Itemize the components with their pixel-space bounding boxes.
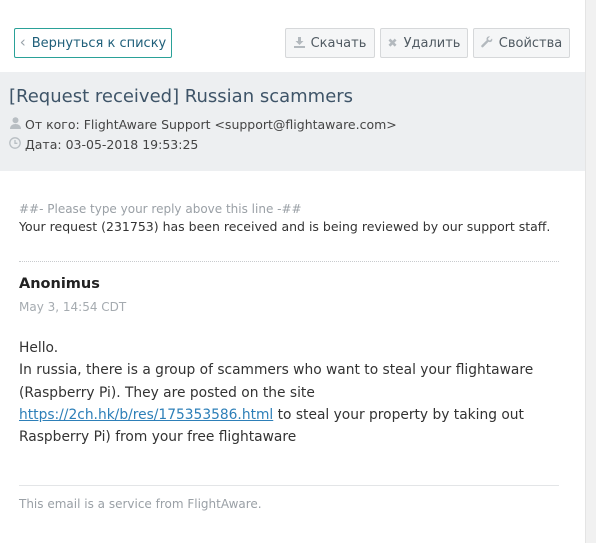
date-label: Дата:: [25, 137, 62, 152]
properties-label: Свойства: [498, 35, 563, 51]
footer-divider: [19, 485, 559, 486]
properties-button[interactable]: Свойства: [473, 28, 570, 58]
toolbar: ‹ Вернуться к списку Скачать ✖ Удалить С…: [0, 0, 585, 72]
comment-text: Hello. In russia, there is a group of sc…: [19, 337, 564, 448]
date-value: 03-05-2018 19:53:25: [65, 137, 199, 152]
user-icon: [9, 117, 21, 132]
message-header: [Request received] Russian scammers От к…: [0, 72, 585, 171]
sender-row: От кого: FlightAware Support <support@fl…: [9, 117, 397, 132]
download-icon: [293, 36, 305, 50]
request-received-text: Your request (231753) has been received …: [19, 219, 551, 234]
back-to-list-button[interactable]: ‹ Вернуться к списку: [14, 28, 172, 58]
close-icon: ✖: [387, 36, 398, 50]
wrench-icon: [480, 36, 493, 50]
comment-text-part1: In russia, there is a group of scammers …: [19, 362, 534, 401]
scam-site-link[interactable]: https://2ch.hk/b/res/175353586.html: [19, 407, 273, 423]
from-label: От кого:: [25, 117, 80, 132]
comment-paragraph: In russia, there is a group of scammers …: [19, 359, 564, 448]
divider: [19, 261, 559, 262]
comment-timestamp: May 3, 14:54 CDT: [19, 300, 127, 314]
from-value: FlightAware Support <support@flightaware…: [83, 117, 397, 132]
reply-line: ##- Please type your reply above this li…: [19, 202, 302, 216]
delete-label: Удалить: [403, 35, 461, 51]
date-row: Дата: 03-05-2018 19:53:25: [9, 137, 198, 152]
vertical-scrollbar[interactable]: [585, 0, 596, 543]
download-label: Скачать: [310, 35, 367, 51]
delete-button[interactable]: ✖ Удалить: [380, 28, 468, 58]
back-to-list-label: Вернуться к списку: [31, 35, 167, 51]
message-body: ##- Please type your reply above this li…: [0, 171, 585, 543]
email-footer: This email is a service from FlightAware…: [19, 497, 262, 511]
message-subject: [Request received] Russian scammers: [9, 86, 354, 107]
clock-icon: [9, 137, 21, 152]
download-button[interactable]: Скачать: [285, 28, 375, 58]
comment-author: Anonimus: [19, 276, 100, 292]
greeting-text: Hello.: [19, 340, 59, 356]
chevron-left-icon: ‹: [19, 33, 26, 51]
